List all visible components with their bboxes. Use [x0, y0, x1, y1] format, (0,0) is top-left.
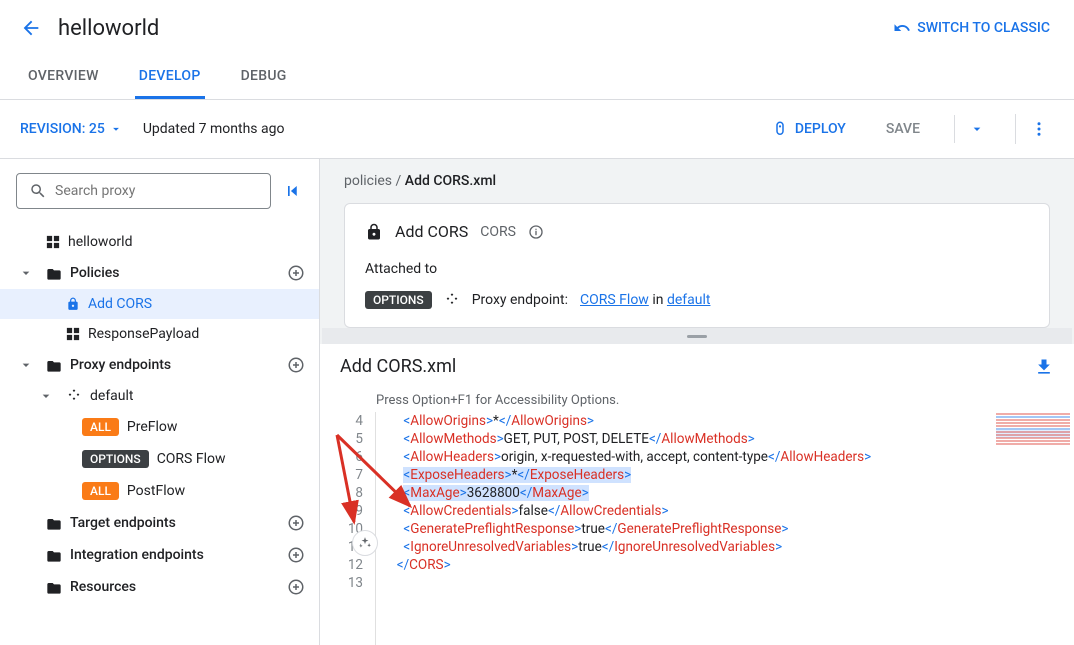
minimap[interactable]: [996, 412, 1070, 472]
sparkle-icon[interactable]: [352, 530, 378, 556]
tree-root[interactable]: helloworld: [0, 227, 319, 257]
deploy-icon: [771, 120, 789, 138]
tab-overview[interactable]: OVERVIEW: [24, 56, 103, 99]
tree-cors-flow[interactable]: OPTIONS CORS Flow: [0, 443, 319, 475]
dropdown-icon: [109, 122, 123, 136]
tree-integration-endpoints[interactable]: Integration endpoints: [0, 539, 319, 571]
grid-icon: [66, 327, 80, 341]
add-icon[interactable]: [287, 546, 305, 564]
add-icon[interactable]: [287, 264, 305, 282]
tree-resources[interactable]: Resources: [0, 571, 319, 603]
tree-add-cors[interactable]: Add CORS: [0, 289, 319, 319]
folder-icon: [46, 516, 62, 530]
verb-badge: OPTIONS: [365, 291, 432, 309]
attached-to-label: Attached to: [365, 261, 1029, 277]
all-badge: ALL: [82, 418, 119, 436]
add-icon[interactable]: [287, 356, 305, 374]
more-menu-icon[interactable]: [1015, 114, 1054, 144]
endpoint-label: Proxy endpoint:: [472, 292, 568, 308]
info-icon[interactable]: [528, 224, 544, 240]
chevron-down-icon: [18, 265, 38, 281]
flow-link[interactable]: CORS Flow: [580, 292, 649, 308]
options-badge: OPTIONS: [82, 450, 149, 468]
tree-proxy-endpoints[interactable]: Proxy endpoints: [0, 349, 319, 381]
revision-dropdown[interactable]: REVISION: 25: [20, 121, 123, 137]
add-icon[interactable]: [287, 514, 305, 532]
chevron-down-icon: [18, 357, 38, 373]
folder-icon: [46, 580, 62, 594]
add-icon[interactable]: [287, 578, 305, 596]
editor-title: Add CORS.xml: [340, 356, 1034, 377]
save-button[interactable]: SAVE: [876, 115, 930, 143]
code-editor[interactable]: 45678910111213 <AllowOrigins>*</AllowOri…: [320, 412, 1074, 645]
search-input[interactable]: [16, 173, 271, 209]
collapse-sidebar-icon[interactable]: [283, 181, 303, 201]
deploy-button[interactable]: DEPLOY: [761, 114, 856, 144]
sidebar: helloworld Policies Add CORS ResponsePay…: [0, 159, 320, 645]
policy-title: Add CORS: [395, 222, 468, 241]
default-link[interactable]: default: [667, 292, 711, 308]
lock-icon: [365, 223, 383, 241]
search-icon: [29, 182, 47, 200]
tree-preflow[interactable]: ALL PreFlow: [0, 411, 319, 443]
endpoint-icon: [444, 292, 460, 308]
page-title: helloworld: [58, 16, 893, 41]
tab-debug[interactable]: DEBUG: [237, 56, 291, 99]
tree-default[interactable]: default: [0, 381, 319, 411]
tree-postflow[interactable]: ALL PostFlow: [0, 475, 319, 507]
tree-target-endpoints[interactable]: Target endpoints: [0, 507, 319, 539]
folder-icon: [46, 358, 62, 372]
download-icon[interactable]: [1034, 357, 1054, 377]
all-badge: ALL: [82, 482, 119, 500]
updated-label: Updated 7 months ago: [143, 121, 285, 137]
switch-to-classic-link[interactable]: SWITCH TO CLASSIC: [893, 19, 1050, 37]
folder-icon: [46, 266, 62, 280]
tab-develop[interactable]: DEVELOP: [135, 56, 205, 99]
endpoint-icon: [66, 388, 82, 404]
tree-policies[interactable]: Policies: [0, 257, 319, 289]
grid-icon: [46, 235, 60, 249]
accessibility-hint: Press Option+F1 for Accessibility Option…: [320, 389, 1074, 412]
back-arrow-icon[interactable]: [20, 17, 42, 39]
undo-icon: [893, 19, 911, 37]
policy-detail-card: Add CORS CORS Attached to OPTIONS Proxy …: [344, 203, 1050, 328]
policy-type: CORS: [480, 224, 516, 240]
tree-response-payload[interactable]: ResponsePayload: [0, 319, 319, 349]
breadcrumb: policies / Add CORS.xml: [320, 159, 1074, 203]
folder-icon: [46, 548, 62, 562]
lock-icon: [66, 297, 80, 311]
splitter-handle[interactable]: [322, 328, 1072, 344]
chevron-down-icon: [38, 388, 58, 404]
save-dropdown[interactable]: [954, 115, 991, 143]
tab-bar: OVERVIEW DEVELOP DEBUG: [0, 56, 1074, 100]
